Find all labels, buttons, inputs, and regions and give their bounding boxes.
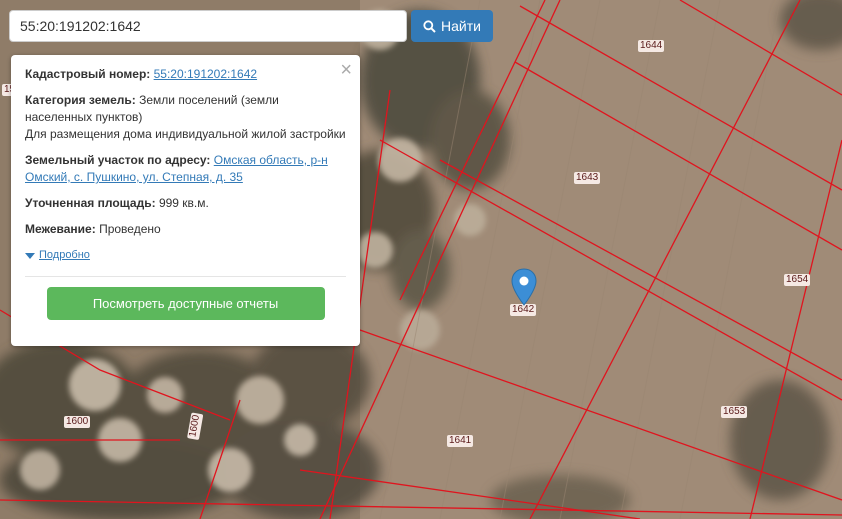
address-label: Земельный участок по адресу: xyxy=(25,153,211,167)
survey-label: Межевание: xyxy=(25,222,96,236)
category-purpose: Для размещения дома индивидуальной жилой… xyxy=(25,127,346,141)
details-link[interactable]: Подробно xyxy=(39,247,90,264)
parcel-info-popup: × Кадастровый номер: 55:20:191202:1642 К… xyxy=(11,55,360,346)
map-marker-icon[interactable] xyxy=(511,268,537,306)
parcel-label-1600[interactable]: 1600 xyxy=(64,416,91,428)
area-value: 999 кв.м. xyxy=(158,196,209,210)
close-icon[interactable]: × xyxy=(340,60,352,80)
parcel-label-1641[interactable]: 1641 xyxy=(447,435,474,447)
caret-down-icon xyxy=(25,252,35,259)
area-label: Уточненная площадь: xyxy=(25,196,156,210)
category-label: Категория земель: xyxy=(25,93,136,107)
search-icon xyxy=(423,19,436,33)
divider xyxy=(25,276,346,277)
parcel-label-1643[interactable]: 1643 xyxy=(574,172,601,184)
parcel-label-1654[interactable]: 1654 xyxy=(784,274,811,286)
survey-row: Межевание: Проведено xyxy=(25,221,346,238)
view-reports-button[interactable]: Посмотреть доступные отчеты xyxy=(46,287,325,320)
cadastral-row: Кадастровый номер: 55:20:191202:1642 xyxy=(25,66,346,83)
cadastral-label: Кадастровый номер: xyxy=(25,67,151,81)
search-input[interactable] xyxy=(9,10,407,42)
survey-value: Проведено xyxy=(99,222,161,236)
parcel-label-1653[interactable]: 1653 xyxy=(721,406,748,418)
cadastral-number-link[interactable]: 55:20:191202:1642 xyxy=(154,67,257,81)
search-button[interactable]: Найти xyxy=(411,10,493,42)
search-button-label: Найти xyxy=(441,18,481,34)
details-toggle[interactable]: Подробно xyxy=(25,247,346,264)
address-row: Земельный участок по адресу: Омская обла… xyxy=(25,152,346,186)
parcel-label-1644[interactable]: 1644 xyxy=(638,40,665,52)
area-row: Уточненная площадь: 999 кв.м. xyxy=(25,195,346,212)
category-row: Категория земель: Земли поселений (земли… xyxy=(25,92,346,143)
